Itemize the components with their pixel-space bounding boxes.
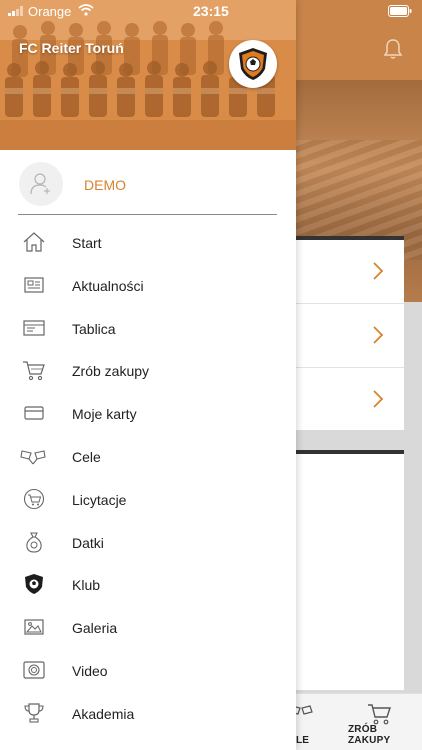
menu-item-tablica[interactable]: Tablica bbox=[0, 306, 296, 349]
menu-item-label: Moje karty bbox=[72, 406, 137, 423]
club-icon bbox=[25, 574, 43, 595]
background-card bbox=[278, 450, 404, 690]
signal-icon bbox=[8, 6, 23, 16]
battery-icon bbox=[388, 5, 412, 17]
menu-item-galeria[interactable]: Galeria bbox=[0, 605, 296, 648]
tab-zrob-zakupy[interactable]: ZRÓB ZAKUPY bbox=[348, 724, 422, 746]
menu-item-start[interactable]: Start bbox=[0, 220, 296, 263]
money-bag-icon bbox=[26, 532, 42, 553]
status-bar: Orange 23:15 bbox=[0, 0, 422, 22]
menu-item-label: Aktualności bbox=[72, 277, 144, 294]
status-time: 23:15 bbox=[193, 3, 229, 19]
user-name: DEMO bbox=[84, 177, 126, 193]
menu-item-label: Akademia bbox=[72, 705, 135, 722]
menu-item-video[interactable]: Video bbox=[0, 648, 296, 691]
user-add-icon bbox=[30, 173, 50, 195]
wifi-icon bbox=[78, 4, 94, 16]
drawer-header: FC Reiter Toruń bbox=[0, 0, 296, 150]
tab-cele[interactable]: LE bbox=[296, 735, 309, 746]
team-name: FC Reiter Toruń bbox=[19, 40, 124, 56]
flags-icon bbox=[20, 450, 46, 465]
chevron-right-icon bbox=[373, 390, 384, 408]
menu-item-zrob-zakupy[interactable]: Zrób zakupy bbox=[0, 348, 296, 391]
bell-icon[interactable] bbox=[382, 38, 404, 60]
menu-item-akademia[interactable]: Akademia bbox=[0, 691, 296, 734]
menu-item-aktualnosci[interactable]: Aktualności bbox=[0, 263, 296, 306]
cart-icon bbox=[23, 361, 45, 381]
menu-item-label: Tablica bbox=[72, 320, 116, 337]
news-icon bbox=[24, 277, 44, 293]
menu-item-cele[interactable]: Cele bbox=[0, 434, 296, 477]
menu-item-label: Licytacje bbox=[72, 491, 127, 508]
carrier-name: Orange bbox=[28, 4, 72, 19]
background-list-row[interactable] bbox=[278, 304, 404, 368]
cart-icon bbox=[368, 704, 391, 725]
menu-item-label: Start bbox=[72, 235, 102, 251]
avatar[interactable] bbox=[19, 162, 63, 206]
menu-item-licytacje[interactable]: Licytacje bbox=[0, 477, 296, 520]
drawer-menu: Start Aktualności Tablica Zrób zakupy Mo… bbox=[0, 220, 296, 734]
background-list-row[interactable] bbox=[278, 240, 404, 304]
menu-item-label: Datki bbox=[72, 534, 104, 551]
trophy-icon bbox=[24, 703, 44, 723]
menu-item-label: Galeria bbox=[72, 620, 118, 637]
menu-item-datki[interactable]: Datki bbox=[0, 520, 296, 563]
card-icon bbox=[24, 406, 44, 420]
menu-item-label: Video bbox=[72, 662, 108, 679]
home-icon bbox=[23, 232, 45, 252]
video-icon bbox=[23, 661, 45, 679]
menu-item-label: Cele bbox=[72, 448, 101, 465]
chevron-right-icon bbox=[373, 262, 384, 280]
chevron-right-icon bbox=[373, 326, 384, 344]
menu-item-label: Klub bbox=[72, 577, 101, 594]
club-crest-icon bbox=[239, 48, 267, 80]
auction-icon bbox=[23, 488, 45, 509]
gallery-icon bbox=[24, 619, 44, 635]
club-logo[interactable] bbox=[229, 40, 277, 88]
divider bbox=[18, 214, 277, 215]
user-profile-row[interactable]: DEMO bbox=[0, 150, 296, 216]
background-card bbox=[278, 236, 404, 430]
menu-item-label: Zrób zakupy bbox=[72, 363, 150, 380]
board-icon bbox=[23, 319, 45, 336]
menu-item-klub[interactable]: Klub bbox=[0, 562, 296, 605]
background-list-row[interactable] bbox=[278, 368, 404, 432]
menu-item-moje-karty[interactable]: Moje karty bbox=[0, 391, 296, 434]
navigation-drawer: FC Reiter Toruń DEMO Start Aktualności T… bbox=[0, 0, 296, 750]
